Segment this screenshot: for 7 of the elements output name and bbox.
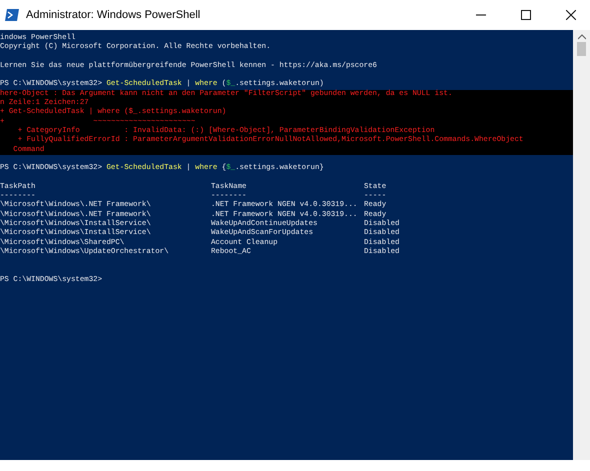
scroll-up-icon[interactable]	[578, 34, 586, 40]
powershell-icon	[5, 9, 19, 21]
close-icon	[566, 10, 576, 20]
maximize-icon	[521, 10, 531, 20]
scrollbar[interactable]	[573, 30, 590, 460]
scrollbar-thumb[interactable]	[577, 42, 586, 56]
window-title: Administrator: Windows PowerShell	[26, 9, 202, 21]
